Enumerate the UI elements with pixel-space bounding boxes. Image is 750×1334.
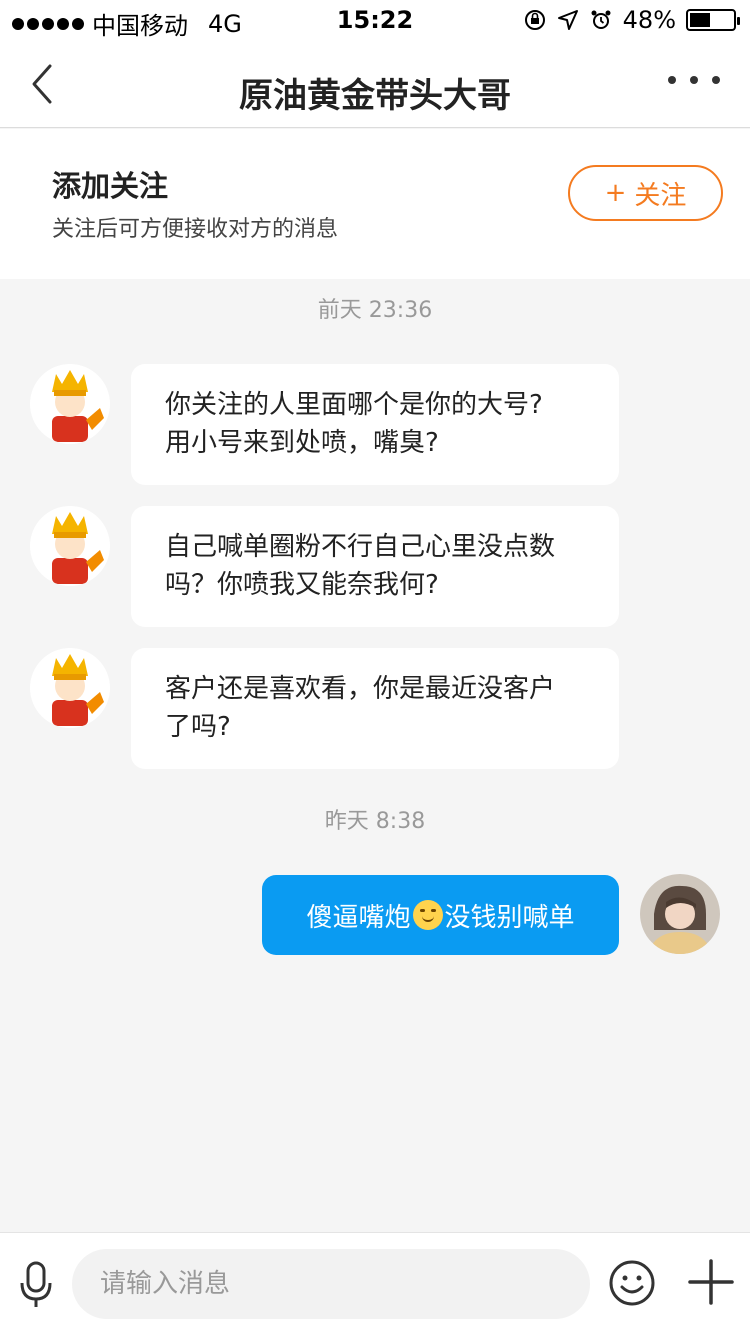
message-bubble-incoming[interactable]: 自己喊单圈粉不行自己心里没点数 吗？你喷我又能奈我何? (131, 506, 619, 627)
monk-avatar-icon (30, 648, 110, 728)
follow-panel-title: 添加关注 (52, 169, 169, 203)
plus-icon[interactable] (688, 1259, 734, 1305)
more-dots-icon[interactable] (668, 76, 720, 84)
alarm-clock-icon (591, 10, 611, 29)
plus-icon: + (604, 178, 627, 208)
chat-timestamp: 前天 23:36 (317, 298, 433, 323)
message-line: 自己喊单圈粉不行自己心里没点数 (165, 532, 556, 562)
self-avatar[interactable] (640, 874, 720, 954)
user-photo-icon (640, 874, 720, 954)
status-right: 48% (523, 6, 740, 34)
message-line: 你关注的人里面哪个是你的大号? (165, 390, 543, 420)
message-text: 傻逼嘴炮 (306, 902, 411, 933)
navigation-bar: 原油黄金带头大哥 (0, 40, 750, 128)
yum-emoji-icon (412, 900, 443, 930)
chat-timestamp: 昨天 8:38 (324, 809, 426, 834)
monk-avatar-icon (30, 506, 110, 586)
page-title: 原油黄金带头大哥 (239, 76, 511, 116)
smiley-icon[interactable] (608, 1259, 656, 1307)
message-bubble-incoming[interactable]: 你关注的人里面哪个是你的大号? 用小号来到处喷，嘴臭? (131, 364, 619, 485)
message-bubble-incoming[interactable]: 客户还是喜欢看，你是最近没客户 了吗? (131, 648, 619, 769)
follow-button[interactable]: + 关注 (568, 165, 723, 221)
battery-level-fill (690, 13, 710, 27)
message-input[interactable] (72, 1249, 590, 1319)
avatar[interactable] (30, 506, 110, 586)
avatar[interactable] (30, 648, 110, 728)
message-line: 了吗? (165, 712, 231, 742)
message-text: 没钱别喊单 (444, 902, 575, 933)
follow-button-label: 关注 (634, 180, 687, 211)
battery-icon (686, 9, 740, 31)
follow-panel-subtitle: 关注后可方便接收对方的消息 (52, 217, 339, 242)
message-line: 客户还是喜欢看，你是最近没客户 (165, 674, 556, 704)
avatar[interactable] (30, 364, 110, 444)
microphone-icon[interactable] (18, 1261, 54, 1309)
status-bar: 中国移动 4G 15:22 48% (0, 0, 750, 40)
message-bubble-outgoing[interactable]: 傻逼嘴炮 没钱别喊单 (262, 875, 619, 955)
message-line: 吗？你喷我又能奈我何? (165, 570, 439, 600)
battery-percent: 48% (622, 6, 676, 34)
message-line: 用小号来到处喷，嘴臭? (165, 428, 439, 458)
input-bar (0, 1232, 750, 1334)
follow-panel: 添加关注 关注后可方便接收对方的消息 + 关注 (0, 129, 750, 279)
rotation-lock-icon (524, 10, 545, 30)
monk-avatar-icon (30, 364, 110, 444)
location-arrow-icon (557, 10, 578, 30)
